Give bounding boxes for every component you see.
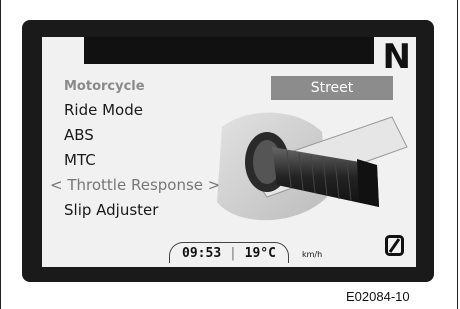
menu-item-ride-mode[interactable]: Ride Mode	[64, 98, 220, 123]
selection-left-arrow: <	[50, 176, 63, 194]
page-border-left	[0, 0, 1, 309]
menu-item-mtc[interactable]: MTC	[64, 148, 220, 173]
throttle-grip-illustration	[217, 112, 408, 221]
menu-item-label: MTC	[64, 151, 96, 169]
speed-unit-label: km/h	[302, 250, 323, 259]
menu-item-label: Throttle Response	[67, 176, 204, 194]
menu-item-label: ABS	[64, 126, 94, 144]
status-separator: |	[229, 246, 237, 261]
gear-indicator: N	[382, 37, 411, 77]
dashboard-screen: N Motorcycle Ride Mode ABS MTC < Throttl…	[42, 37, 416, 267]
figure-code: E02084-10	[346, 289, 410, 304]
menu-item-throttle-response[interactable]: < Throttle Response >	[50, 173, 220, 198]
settings-menu: Motorcycle Ride Mode ABS MTC < Throttle …	[50, 76, 220, 223]
menu-item-label: Ride Mode	[64, 101, 143, 119]
menu-item-abs[interactable]: ABS	[64, 123, 220, 148]
menu-item-label: Slip Adjuster	[64, 201, 159, 219]
menu-item-slip-adjuster[interactable]: Slip Adjuster	[64, 198, 220, 223]
current-mode-badge: Street	[271, 76, 393, 100]
clock-time: 09:53	[182, 246, 222, 261]
time-temperature-display: 09:53 | 19°C	[169, 242, 289, 263]
menu-header: Motorcycle	[64, 79, 145, 94]
top-status-bar	[84, 37, 374, 64]
ambient-temperature: 19°C	[244, 246, 276, 261]
page-border-right	[457, 0, 458, 309]
zero-slash-icon	[385, 235, 404, 256]
